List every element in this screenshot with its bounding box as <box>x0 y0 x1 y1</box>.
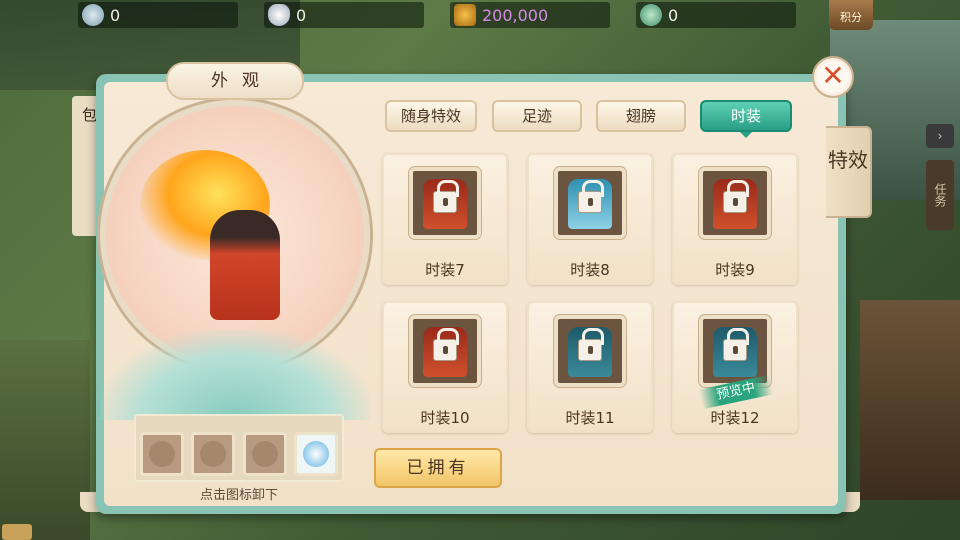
outfit-thumbnail <box>554 167 626 239</box>
character-model[interactable] <box>210 210 280 320</box>
outfit-icon <box>303 441 329 467</box>
currency-jade: 0 <box>78 2 238 28</box>
equipped-slot-4[interactable] <box>294 432 338 476</box>
background-wall <box>860 300 960 500</box>
tab-carry-effects[interactable]: 随身特效 <box>385 100 477 132</box>
tab-footprints[interactable]: 足迹 <box>492 100 582 132</box>
bottom-corner-tag <box>2 524 32 540</box>
currency-jade-value: 0 <box>110 5 121 25</box>
outfit-thumbnail <box>554 315 626 387</box>
background-garden <box>0 340 90 540</box>
currency-bar: 0 0 200,000 0 <box>78 0 800 30</box>
currency-silver-value: 0 <box>296 5 307 25</box>
outfit-thumbnail <box>409 315 481 387</box>
equipped-slot-3[interactable] <box>243 432 287 476</box>
outfit-card[interactable]: 时装11 <box>527 301 653 433</box>
owned-button[interactable]: 已拥有 <box>374 448 502 488</box>
empty-slot-icon <box>149 441 175 467</box>
lock-icon <box>578 328 604 361</box>
outfit-name: 时装9 <box>715 261 755 279</box>
silver-ingot-icon <box>268 4 290 26</box>
lock-icon <box>433 328 459 361</box>
currency-silver: 0 <box>264 2 424 28</box>
background-arrow-button[interactable]: › <box>926 124 954 148</box>
outfit-card-selected[interactable]: 时装12 <box>672 301 798 433</box>
currency-jade-plus-value: 0 <box>668 5 679 25</box>
effects-side-tab[interactable]: 特效 <box>826 126 872 218</box>
currency-jade-plus[interactable]: 0 <box>636 2 796 28</box>
close-button[interactable]: ✕ <box>812 56 854 98</box>
lock-icon <box>723 180 749 213</box>
outfit-card[interactable]: 时装7 <box>382 153 508 285</box>
outfit-card[interactable]: 时装9 <box>672 153 798 285</box>
panel-title: 外观 <box>166 62 304 100</box>
empty-slot-icon <box>200 441 226 467</box>
lock-icon <box>578 180 604 213</box>
lock-icon <box>433 180 459 213</box>
outfit-name: 时装10 <box>420 409 470 427</box>
outfit-name: 时装8 <box>570 261 610 279</box>
currency-copper-value: 200,000 <box>482 5 549 25</box>
wave-decoration <box>100 330 370 420</box>
outfit-name: 时装12 <box>710 409 760 427</box>
background-task-tab[interactable]: 任务 <box>926 160 954 230</box>
outfit-card[interactable]: 时装10 <box>382 301 508 433</box>
points-button[interactable]: 积分 <box>829 0 873 30</box>
lock-icon <box>723 328 749 361</box>
outfit-name: 时装11 <box>565 409 615 427</box>
outfit-thumbnail <box>699 167 771 239</box>
outfit-card[interactable]: 时装8 <box>527 153 653 285</box>
equipped-slot-1[interactable] <box>140 432 184 476</box>
currency-copper: 200,000 <box>450 2 610 28</box>
outfit-name: 时装7 <box>425 261 465 279</box>
jade-icon <box>82 4 104 26</box>
jade-plus-icon[interactable] <box>640 4 662 26</box>
slots-hint: 点击图标卸下 <box>199 488 278 503</box>
tab-fashion[interactable]: 时装 <box>700 100 792 132</box>
equipped-slot-2[interactable] <box>191 432 235 476</box>
copper-coin-icon <box>454 4 476 26</box>
tab-wings[interactable]: 翅膀 <box>596 100 686 132</box>
outfit-thumbnail <box>409 167 481 239</box>
active-tab-pointer <box>740 132 752 138</box>
empty-slot-icon <box>252 441 278 467</box>
